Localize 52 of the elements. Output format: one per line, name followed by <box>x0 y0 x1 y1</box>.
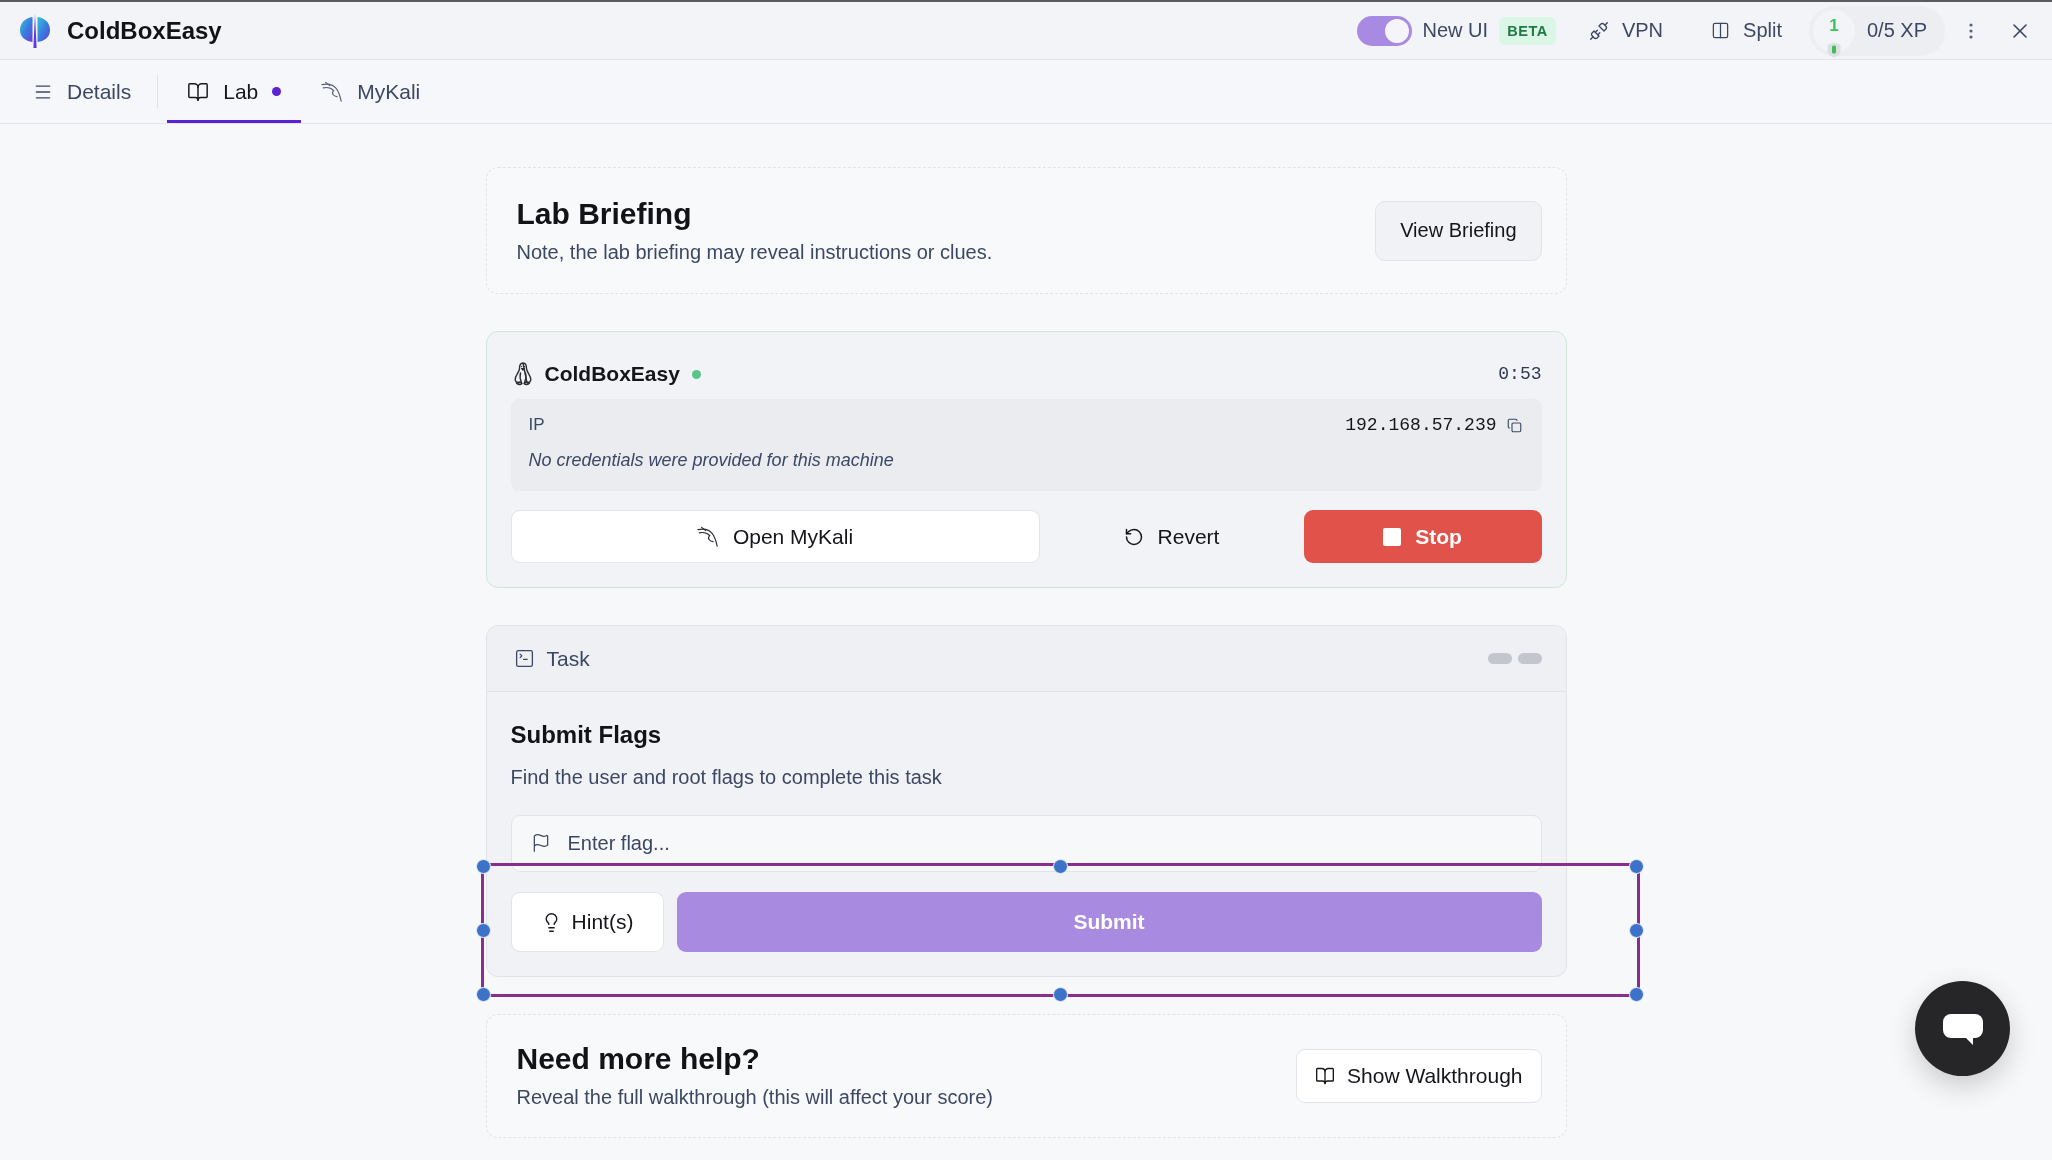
credentials-note: No credentials were provided for this machine <box>528 450 895 471</box>
resize-handle[interactable] <box>476 986 491 1002</box>
resize-handle[interactable] <box>1629 922 1644 938</box>
stop-button[interactable]: Stop <box>1303 510 1542 563</box>
toggle-label: New UI <box>1422 19 1489 42</box>
shield-icon <box>1826 41 1841 58</box>
undo-icon <box>1123 526 1144 547</box>
resize-handle[interactable] <box>1629 986 1644 1002</box>
columns-icon <box>1711 21 1731 40</box>
ip-label: IP <box>528 415 545 435</box>
more-options-icon <box>1969 22 1973 39</box>
tab[interactable]: Details <box>13 60 152 123</box>
task-title: Task <box>546 646 590 671</box>
machine-name: ColdBoxEasy <box>544 362 680 386</box>
ip-address: 192.168.57.239 <box>1345 415 1497 435</box>
resize-handle[interactable] <box>476 922 491 938</box>
plug-icon <box>1588 20 1609 41</box>
hint-button[interactable]: Hint(s) <box>510 892 664 952</box>
more-button[interactable] <box>1969 22 1973 39</box>
vpn-button[interactable]: VPN <box>1588 19 1664 42</box>
help-title: Need more help? <box>516 1041 761 1077</box>
resize-handle[interactable] <box>1052 986 1068 1002</box>
briefing-title: Lab Briefing <box>516 195 693 232</box>
timer-text: 0:53 <box>1498 364 1542 384</box>
help-note: Reveal the full walkthrough (this will affect your score) <box>516 1085 993 1110</box>
book-icon <box>187 80 210 103</box>
split-button[interactable]: Split <box>1711 19 1782 42</box>
level-badge: 1 <box>1812 9 1855 52</box>
walkthrough-button[interactable]: Show Walkthrough <box>1296 1049 1542 1103</box>
xp-text: 0/5 XP <box>1866 19 1927 42</box>
app-title: ColdBoxEasy <box>67 16 222 45</box>
revert-button[interactable]: Revert <box>1039 510 1304 563</box>
task-heading: Submit Flags <box>510 720 663 750</box>
terminal-icon <box>513 648 535 669</box>
dragon-icon <box>696 525 719 548</box>
chat-icon <box>1941 1011 1984 1046</box>
open-button[interactable]: Open MyKali <box>510 510 1040 563</box>
copy-icon[interactable] <box>1506 417 1522 433</box>
dragon-icon <box>321 80 344 103</box>
tab[interactable]: MyKali <box>301 60 441 123</box>
book-icon <box>1315 1066 1335 1086</box>
flag-input-field[interactable]: Enter flag... <box>510 815 1542 872</box>
beta-badge: BETA <box>1499 16 1556 45</box>
toggle-switch[interactable] <box>1356 15 1412 46</box>
briefing-note: Note, the lab briefing may reveal instructions or clues. <box>516 239 993 265</box>
stop-icon <box>1383 527 1402 546</box>
resize-handle[interactable] <box>476 858 491 874</box>
view-briefing-button[interactable]: View Briefing <box>1375 200 1542 261</box>
tab[interactable]: Lab <box>167 60 302 123</box>
penguin-icon <box>512 362 533 386</box>
resize-handle[interactable] <box>1629 858 1644 874</box>
task-description: Find the user and root flags to complete this task <box>510 765 943 790</box>
